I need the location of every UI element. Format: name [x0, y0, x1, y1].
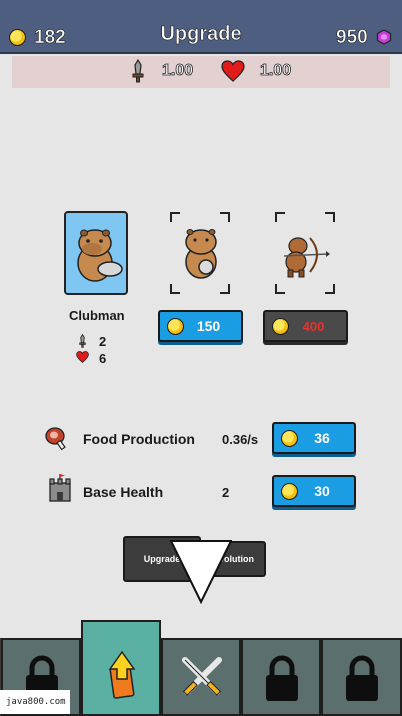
unit-price: 400: [302, 318, 325, 334]
lock-icon: [346, 655, 378, 701]
tutorial-pointer-icon: [170, 540, 232, 604]
unit-attack-value: 2: [99, 334, 107, 349]
health-multiplier: 1.00: [260, 62, 292, 80]
locked-unit-button[interactable]: 400: [263, 310, 348, 342]
upgrade-name: Base Health: [83, 484, 164, 500]
gem-icon: [376, 29, 392, 45]
gem-count: 950: [336, 27, 368, 49]
upgrade-food-button[interactable]: 36: [272, 422, 356, 454]
unit-card-stone[interactable]: [176, 222, 226, 282]
lock-icon: [266, 655, 298, 701]
unit-card-clubman[interactable]: [64, 211, 128, 295]
nav-slot-locked[interactable]: [241, 638, 321, 716]
global-stats-bar: [12, 56, 390, 88]
sword-icon: [79, 334, 86, 348]
nav-battle-tab[interactable]: [161, 638, 241, 716]
capybara-stone-icon: [185, 229, 217, 279]
upgrade-health-button[interactable]: 30: [272, 475, 356, 507]
capybara-archer-icon: [283, 237, 330, 278]
nav-upgrade-tab[interactable]: [81, 620, 161, 716]
coin-icon: [272, 317, 289, 335]
coin-icon: [167, 317, 184, 335]
meat-icon: [45, 427, 66, 451]
unit-card-archer[interactable]: [280, 232, 330, 278]
upgrade-arrow-icon: [108, 650, 136, 699]
unit-health-value: 6: [99, 351, 107, 366]
unit-price: 150: [196, 318, 221, 334]
heart-icon: [221, 60, 245, 82]
nav-slot-locked[interactable]: [321, 638, 402, 716]
castle-icon: [49, 474, 71, 502]
coin-icon: [281, 482, 298, 500]
upgrade-price: 30: [314, 483, 330, 499]
heart-icon: [76, 351, 89, 363]
capybara-clubman-icon: [77, 229, 123, 282]
attack-multiplier: 1.00: [162, 62, 194, 80]
watermark-label: java800.com: [0, 690, 70, 714]
coin-icon: [281, 429, 298, 447]
upgrade-price: 36: [314, 430, 330, 446]
upgrade-value: 2: [222, 485, 230, 500]
buy-unit-button[interactable]: 150: [158, 310, 243, 342]
upgrade-name: Food Production: [83, 431, 195, 447]
sword-icon: [132, 59, 144, 83]
upgrade-value: 0.36/s: [222, 432, 259, 447]
unit-name: Clubman: [69, 308, 125, 323]
crossed-swords-icon: [182, 657, 222, 696]
